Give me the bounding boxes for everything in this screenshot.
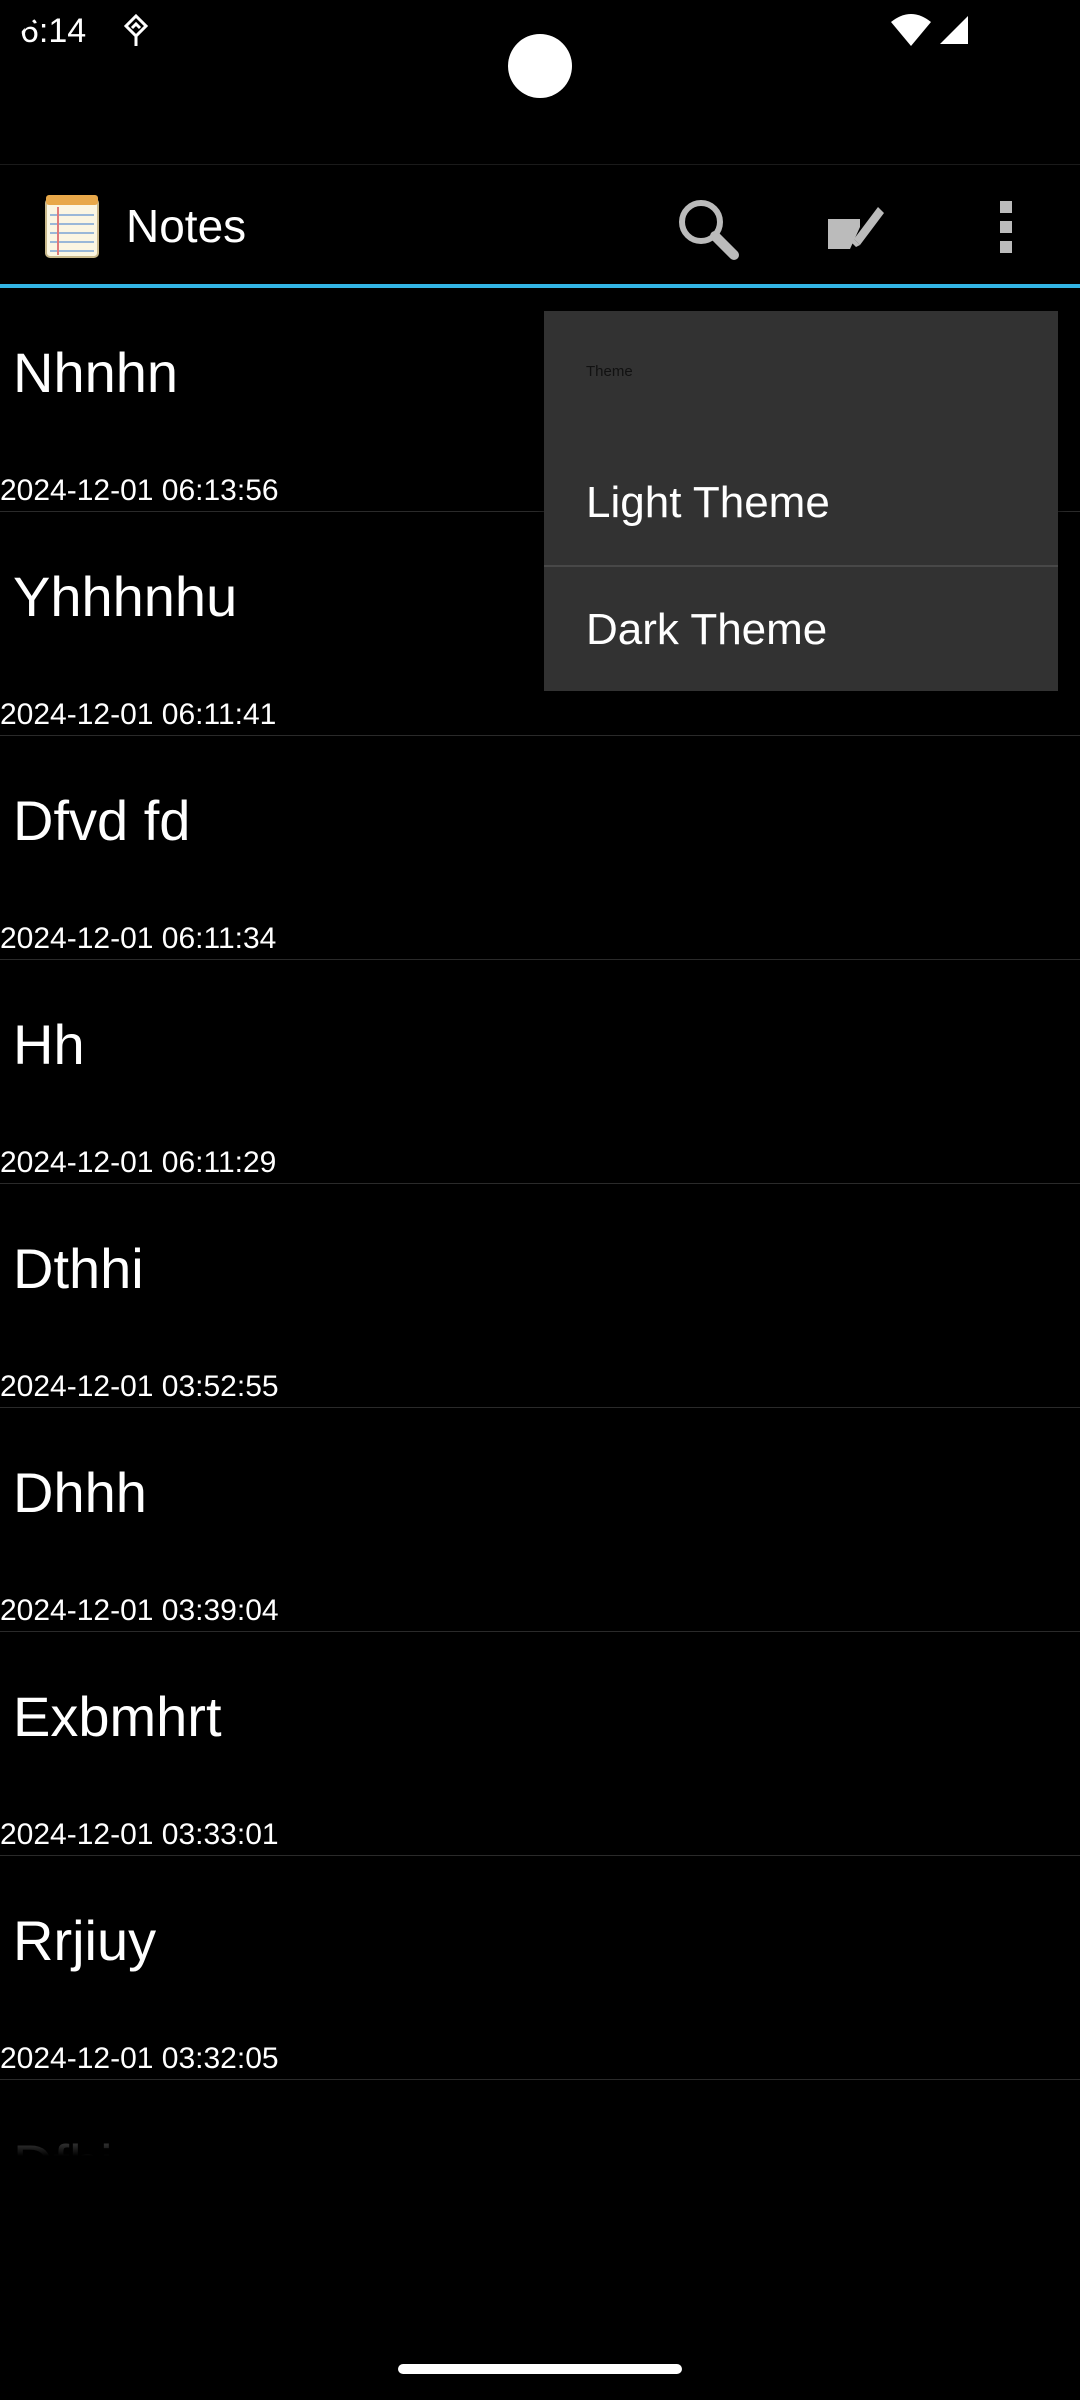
- menu-item-dark-theme[interactable]: Dark Theme: [544, 567, 1058, 693]
- note-date: 2024-12-01 03:52:55: [0, 1370, 279, 1403]
- note-item[interactable]: Dfvd fd 2024-12-01 06:11:34: [0, 736, 1080, 960]
- popup-menu-header: Theme: [586, 363, 633, 380]
- note-title: Dfvd fd: [13, 789, 191, 852]
- note-title: Dthhi: [13, 1237, 144, 1300]
- note-date: 2024-12-01 06:11:29: [0, 1146, 277, 1179]
- note-date: 2024-12-01 06:11:34: [0, 922, 277, 955]
- action-bar: Notes: [0, 165, 1080, 285]
- home-gesture-handle[interactable]: [398, 2364, 682, 2374]
- note-title: Dhhh: [13, 1461, 147, 1524]
- note-title: Exbmhrt: [13, 1685, 222, 1748]
- menu-item-light-theme[interactable]: Light Theme: [544, 440, 1058, 566]
- note-date: 2024-12-01 06:11:41: [0, 698, 277, 731]
- note-item[interactable]: Dthhi 2024-12-01 03:52:55: [0, 1184, 1080, 1408]
- notepad-icon: [45, 195, 99, 258]
- wifi-icon: [891, 14, 931, 46]
- compose-icon[interactable]: [826, 199, 886, 255]
- navigation-icon: [123, 14, 149, 46]
- more-vert-icon[interactable]: [982, 197, 1030, 257]
- note-title: Yhhhnhu: [13, 565, 238, 628]
- theme-popup-menu: Theme Light Theme Dark Theme: [544, 311, 1058, 691]
- note-date: 2024-12-01 06:13:56: [0, 474, 279, 507]
- note-title: Dfhi: [13, 2133, 113, 2196]
- note-title: Rrjiuy: [13, 1909, 157, 1972]
- note-item[interactable]: Exbmhrt 2024-12-01 03:33:01: [0, 1632, 1080, 1856]
- status-time: 6:14: [20, 12, 87, 50]
- status-bar: 6:14: [0, 0, 1080, 165]
- signal-icon: [940, 16, 968, 44]
- camera-cutout: [508, 34, 572, 98]
- note-date: 2024-12-01 03:39:04: [0, 1594, 279, 1627]
- screen: 6:14 Notes Nhnhn 2024-12-01 06:13:56 Yhh…: [0, 0, 1080, 2400]
- note-item[interactable]: Hh 2024-12-01 06:11:29: [0, 960, 1080, 1184]
- menu-item-label: Dark Theme: [586, 605, 828, 654]
- app-title: Notes: [126, 200, 247, 252]
- note-title: Hh: [13, 1013, 85, 1076]
- note-item[interactable]: Dfhi: [0, 2080, 1080, 2200]
- note-title: Nhnhn: [13, 341, 179, 404]
- note-item[interactable]: Dhhh 2024-12-01 03:39:04: [0, 1408, 1080, 1632]
- note-date: 2024-12-01 03:33:01: [0, 1818, 279, 1851]
- menu-item-label: Light Theme: [586, 478, 830, 527]
- search-icon[interactable]: [676, 197, 740, 261]
- note-item[interactable]: Rrjiuy 2024-12-01 03:32:05: [0, 1856, 1080, 2080]
- note-date: 2024-12-01 03:32:05: [0, 2042, 279, 2075]
